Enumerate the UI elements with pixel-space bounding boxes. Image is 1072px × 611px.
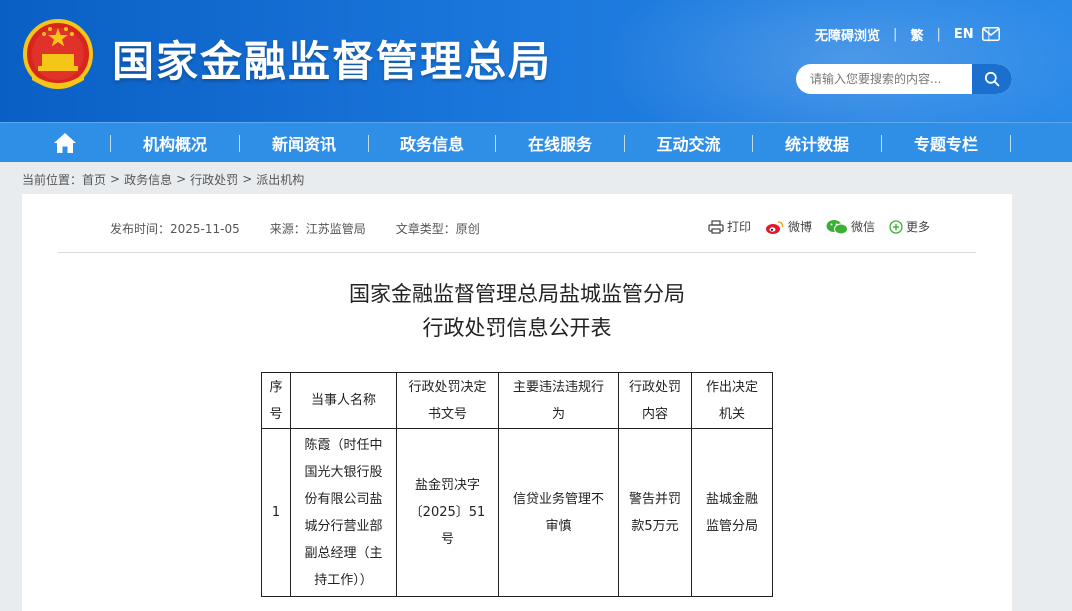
article-title-line-1: 国家金融监督管理总局盐城监管分局 bbox=[349, 282, 685, 306]
nav-item-about[interactable]: 机构概况 bbox=[111, 123, 239, 163]
english-link[interactable]: EN bbox=[954, 27, 974, 42]
header-text: 主要违法违规行 bbox=[512, 379, 604, 395]
cell-text: 〔2025〕51 bbox=[409, 505, 486, 520]
header-text: 为 bbox=[551, 406, 565, 422]
cell-text: 国光大银行股 bbox=[304, 464, 383, 480]
search-input[interactable] bbox=[796, 64, 972, 94]
nav-item-interaction[interactable]: 互动交流 bbox=[625, 123, 752, 163]
cell-text: 城分行营业部 bbox=[304, 518, 383, 534]
cell-text: 持工作）） bbox=[314, 572, 373, 588]
header-text: 机关 bbox=[718, 406, 745, 422]
cell-text: 警告并罚 bbox=[628, 491, 681, 507]
header-text: 行政处罚决定 bbox=[408, 379, 487, 395]
header-glow bbox=[600, 0, 1072, 122]
table-row: 1 陈霞（时任中 国光大银行股 份有限公司盐 城分行营业部 副总经理（主 持工作… bbox=[261, 428, 773, 597]
header-no: 序 号 bbox=[261, 372, 291, 429]
header-penalty: 行政处罚 内容 bbox=[618, 372, 692, 429]
article-meta: 发布时间：2025-11-05 来源：江苏监管局 文章类型：原创 bbox=[110, 220, 510, 237]
share-bar: 打印 微博 微信 更多 bbox=[694, 218, 930, 235]
nav-item-news[interactable]: 新闻资讯 bbox=[240, 123, 368, 163]
breadcrumb-label: 当前位置： bbox=[22, 172, 83, 187]
cell-no: 1 bbox=[261, 428, 291, 597]
cell-text: 盐城金融 bbox=[705, 491, 758, 507]
breadcrumb-home[interactable]: 首页 bbox=[82, 171, 106, 188]
cell-text: 盐金罚决字 bbox=[414, 478, 480, 493]
breadcrumb-administrative-penalty[interactable]: 行政处罚 bbox=[190, 171, 238, 188]
header-text: 作出决定 bbox=[705, 379, 758, 395]
breadcrumb-arrow: > bbox=[110, 172, 121, 186]
breadcrumb-government-info[interactable]: 政务信息 bbox=[124, 171, 172, 188]
header-party: 当事人名称 bbox=[290, 372, 397, 429]
link-separator: | bbox=[893, 26, 898, 42]
table-header-row: 序 号 当事人名称 行政处罚决定 书文号 主要违法违规行 为 行政处罚 内容 作… bbox=[261, 372, 773, 429]
weibo-share-button[interactable]: 微博 bbox=[765, 218, 812, 235]
more-label: 更多 bbox=[905, 220, 930, 234]
meta-divider bbox=[58, 252, 976, 253]
national-emblem-icon[interactable] bbox=[22, 18, 94, 96]
cell-text: 款5万元 bbox=[631, 518, 679, 534]
header-doc-no: 行政处罚决定 书文号 bbox=[396, 372, 499, 429]
cell-authority: 盐城金融 监管分局 bbox=[691, 428, 773, 597]
wechat-label: 微信 bbox=[850, 220, 875, 234]
print-icon bbox=[708, 219, 724, 234]
article-type: 文章类型：原创 bbox=[395, 222, 480, 236]
link-separator: | bbox=[936, 26, 941, 42]
cell-text: 份有限公司盐 bbox=[304, 491, 383, 507]
cell-penalty: 警告并罚 款5万元 bbox=[618, 428, 692, 597]
wechat-share-button[interactable]: 微信 bbox=[826, 218, 875, 235]
search-button[interactable] bbox=[972, 64, 1012, 94]
cell-text: 号 bbox=[440, 532, 454, 547]
article-card: 发布时间：2025-11-05 来源：江苏监管局 文章类型：原创 打印 微博 微… bbox=[22, 194, 1012, 611]
header-authority: 作出决定 机关 bbox=[691, 372, 773, 429]
cell-text: 副总经理（主 bbox=[304, 545, 383, 561]
accessibility-link[interactable]: 无障碍浏览 bbox=[815, 25, 880, 44]
publish-time: 发布时间：2025-11-05 bbox=[110, 222, 240, 236]
print-label: 打印 bbox=[726, 220, 751, 234]
traditional-chinese-link[interactable]: 繁 bbox=[910, 25, 923, 44]
header-text: 当事人名称 bbox=[310, 393, 376, 408]
breadcrumb-branch-offices[interactable]: 派出机构 bbox=[256, 171, 304, 188]
cell-text: 陈霞（时任中 bbox=[304, 437, 383, 453]
nav-item-statistics[interactable]: 统计数据 bbox=[753, 123, 881, 163]
header-text: 序 bbox=[269, 379, 283, 395]
breadcrumb-arrow: > bbox=[176, 172, 187, 186]
header-text: 号 bbox=[269, 406, 283, 422]
cell-text: 信贷业务管理不 bbox=[512, 491, 604, 507]
breadcrumb: 当前位置： 首页 > 政务信息 > 行政处罚 > 派出机构 bbox=[22, 170, 304, 188]
nav-item-special-topics[interactable]: 专题专栏 bbox=[882, 123, 1010, 163]
nav-item-online-service[interactable]: 在线服务 bbox=[496, 123, 624, 163]
cell-text: 审慎 bbox=[545, 518, 572, 534]
penalty-table: 序 号 当事人名称 行政处罚决定 书文号 主要违法违规行 为 行政处罚 内容 作… bbox=[261, 372, 773, 597]
cell-text: 1 bbox=[271, 505, 281, 520]
more-share-button[interactable]: 更多 bbox=[889, 218, 930, 235]
home-icon bbox=[54, 133, 76, 153]
site-header: 国家金融监督管理总局 无障碍浏览 | 繁 | EN | bbox=[0, 0, 1072, 122]
article-title-line-2: 行政处罚信息公开表 bbox=[422, 316, 612, 340]
search-box bbox=[796, 64, 1012, 94]
site-title[interactable]: 国家金融监督管理总局 bbox=[112, 28, 552, 89]
nav-separator bbox=[1010, 135, 1011, 152]
article-source: 来源：江苏监管局 bbox=[269, 222, 366, 236]
cell-doc-no: 盐金罚决字 〔2025〕51 号 bbox=[396, 428, 499, 597]
cell-violation: 信贷业务管理不 审慎 bbox=[498, 428, 619, 597]
top-links: 无障碍浏览 | 繁 | EN | bbox=[815, 24, 1004, 44]
print-button[interactable]: 打印 bbox=[708, 218, 751, 235]
mail-icon[interactable] bbox=[982, 27, 1000, 41]
header-violation: 主要违法违规行 为 bbox=[498, 372, 619, 429]
cell-party: 陈霞（时任中 国光大银行股 份有限公司盐 城分行营业部 副总经理（主 持工作）） bbox=[290, 428, 397, 597]
weibo-label: 微博 bbox=[787, 220, 812, 234]
header-text: 书文号 bbox=[427, 406, 467, 422]
breadcrumb-arrow: > bbox=[242, 172, 253, 186]
plus-circle-icon bbox=[889, 219, 903, 234]
cell-text: 监管分局 bbox=[705, 518, 758, 534]
weibo-icon bbox=[765, 220, 784, 234]
search-icon bbox=[984, 71, 1000, 87]
nav-home[interactable] bbox=[40, 123, 90, 163]
main-nav: 机构概况 新闻资讯 政务信息 在线服务 互动交流 统计数据 专题专栏 bbox=[0, 122, 1072, 162]
header-text: 内容 bbox=[641, 406, 668, 422]
wechat-icon bbox=[826, 219, 848, 234]
header-text: 行政处罚 bbox=[628, 379, 681, 395]
nav-item-government-info[interactable]: 政务信息 bbox=[369, 123, 495, 163]
